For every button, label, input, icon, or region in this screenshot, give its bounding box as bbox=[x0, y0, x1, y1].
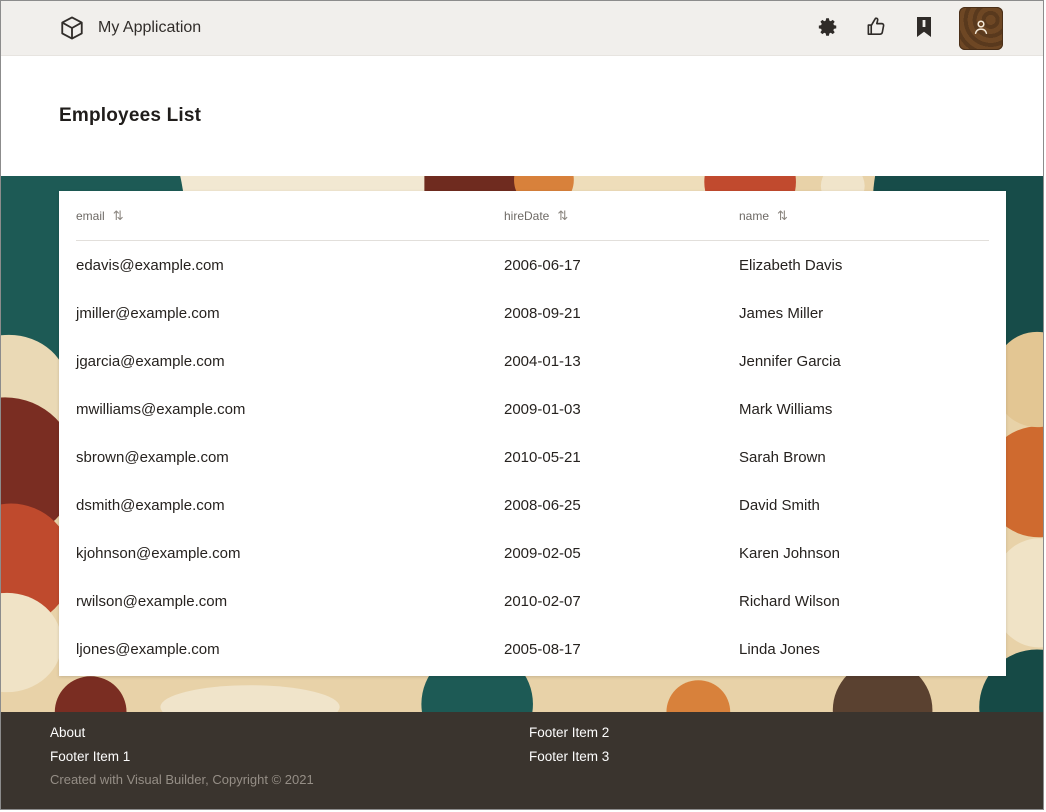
column-header-hireDate[interactable]: hireDate ⇅ bbox=[504, 209, 739, 223]
footer-link[interactable]: Footer Item 3 bbox=[529, 745, 609, 769]
sort-icon[interactable]: ⇅ bbox=[557, 209, 568, 222]
footer-link[interactable]: Footer Item 1 bbox=[50, 745, 130, 769]
sort-icon[interactable]: ⇅ bbox=[777, 209, 788, 222]
like-button[interactable] bbox=[863, 15, 889, 41]
cell-hireDate: 2005-08-17 bbox=[504, 641, 739, 658]
table-row[interactable]: edavis@example.com2006-06-17Elizabeth Da… bbox=[76, 241, 989, 289]
cell-name: Jennifer Garcia bbox=[739, 353, 989, 370]
cell-hireDate: 2006-06-17 bbox=[504, 257, 739, 274]
cell-name: Elizabeth Davis bbox=[739, 257, 989, 274]
cell-name: Linda Jones bbox=[739, 641, 989, 658]
table-header-row: email ⇅ hireDate ⇅ name ⇅ bbox=[76, 191, 989, 241]
page-title-band: Employees List bbox=[1, 56, 1043, 176]
cell-email: ljones@example.com bbox=[76, 641, 504, 658]
table-row[interactable]: ljones@example.com2005-08-17Linda Jones bbox=[76, 625, 989, 673]
cell-name: Richard Wilson bbox=[739, 593, 989, 610]
cell-email: rwilson@example.com bbox=[76, 593, 504, 610]
bookmark-button[interactable] bbox=[911, 15, 937, 41]
table-row[interactable]: rwilson@example.com2010-02-07Richard Wil… bbox=[76, 577, 989, 625]
cell-email: jmiller@example.com bbox=[76, 305, 504, 322]
cell-hireDate: 2008-06-25 bbox=[504, 497, 739, 514]
main-content: email⇅hireDate⇅name⇅ edavis@example.com2… bbox=[1, 176, 1043, 712]
cell-email: sbrown@example.com bbox=[76, 449, 504, 466]
table-row[interactable]: dsmith@example.com2008-06-25David Smith bbox=[76, 481, 989, 529]
cell-hireDate: 2004-01-13 bbox=[504, 353, 739, 370]
table-row[interactable]: kjohnson@example.com2009-02-05Karen John… bbox=[76, 529, 989, 577]
cell-name: David Smith bbox=[739, 497, 989, 514]
table-row[interactable]: mwilliams@example.com2009-01-03Mark Will… bbox=[76, 385, 989, 433]
cell-email: kjohnson@example.com bbox=[76, 545, 504, 562]
app-window: My Application bbox=[0, 0, 1044, 810]
cell-hireDate: 2010-05-21 bbox=[504, 449, 739, 466]
column-header-name[interactable]: name ⇅ bbox=[739, 209, 989, 223]
cell-hireDate: 2009-02-05 bbox=[504, 545, 739, 562]
app-footer: AboutFooter Item 1 Footer Item 2Footer I… bbox=[1, 712, 1043, 809]
footer-link[interactable]: Footer Item 2 bbox=[529, 721, 609, 745]
table-card: email⇅hireDate⇅name⇅ edavis@example.com2… bbox=[59, 191, 1006, 676]
profile-avatar-button[interactable] bbox=[959, 7, 1003, 50]
cell-email: edavis@example.com bbox=[76, 257, 504, 274]
cell-email: mwilliams@example.com bbox=[76, 401, 504, 418]
gear-icon bbox=[817, 16, 839, 41]
sort-icon[interactable]: ⇅ bbox=[113, 209, 124, 222]
settings-button[interactable] bbox=[815, 15, 841, 41]
app-logo-icon bbox=[59, 15, 85, 41]
cell-email: dsmith@example.com bbox=[76, 497, 504, 514]
footer-links: AboutFooter Item 1 Footer Item 2Footer I… bbox=[50, 721, 994, 769]
page-title: Employees List bbox=[59, 105, 201, 127]
thumbs-up-icon bbox=[865, 15, 888, 41]
column-label: email bbox=[76, 209, 105, 223]
column-label: hireDate bbox=[504, 209, 549, 223]
cell-hireDate: 2008-09-21 bbox=[504, 305, 739, 322]
cell-name: Sarah Brown bbox=[739, 449, 989, 466]
header-actions bbox=[815, 7, 1003, 50]
cell-hireDate: 2009-01-03 bbox=[504, 401, 739, 418]
brand: My Application bbox=[59, 15, 201, 41]
cell-name: James Miller bbox=[739, 305, 989, 322]
bookmark-icon bbox=[914, 16, 934, 41]
footer-copyright: Created with Visual Builder, Copyright ©… bbox=[50, 772, 994, 787]
table-row[interactable]: jmiller@example.com2008-09-21James Mille… bbox=[76, 289, 989, 337]
person-icon bbox=[971, 17, 991, 40]
employees-table: email⇅hireDate⇅name⇅ edavis@example.com2… bbox=[59, 191, 1006, 673]
table-body: edavis@example.com2006-06-17Elizabeth Da… bbox=[76, 241, 989, 673]
table-row[interactable]: jgarcia@example.com2004-01-13Jennifer Ga… bbox=[76, 337, 989, 385]
column-header-email[interactable]: email ⇅ bbox=[76, 209, 504, 223]
cell-name: Karen Johnson bbox=[739, 545, 989, 562]
footer-col-1: AboutFooter Item 1 bbox=[50, 721, 529, 769]
app-header: My Application bbox=[1, 1, 1043, 56]
app-title: My Application bbox=[98, 19, 201, 37]
column-label: name bbox=[739, 209, 769, 223]
table-row[interactable]: sbrown@example.com2010-05-21Sarah Brown bbox=[76, 433, 989, 481]
footer-link[interactable]: About bbox=[50, 721, 85, 745]
cell-hireDate: 2010-02-07 bbox=[504, 593, 739, 610]
cell-name: Mark Williams bbox=[739, 401, 989, 418]
footer-col-2: Footer Item 2Footer Item 3 bbox=[529, 721, 994, 769]
cell-email: jgarcia@example.com bbox=[76, 353, 504, 370]
